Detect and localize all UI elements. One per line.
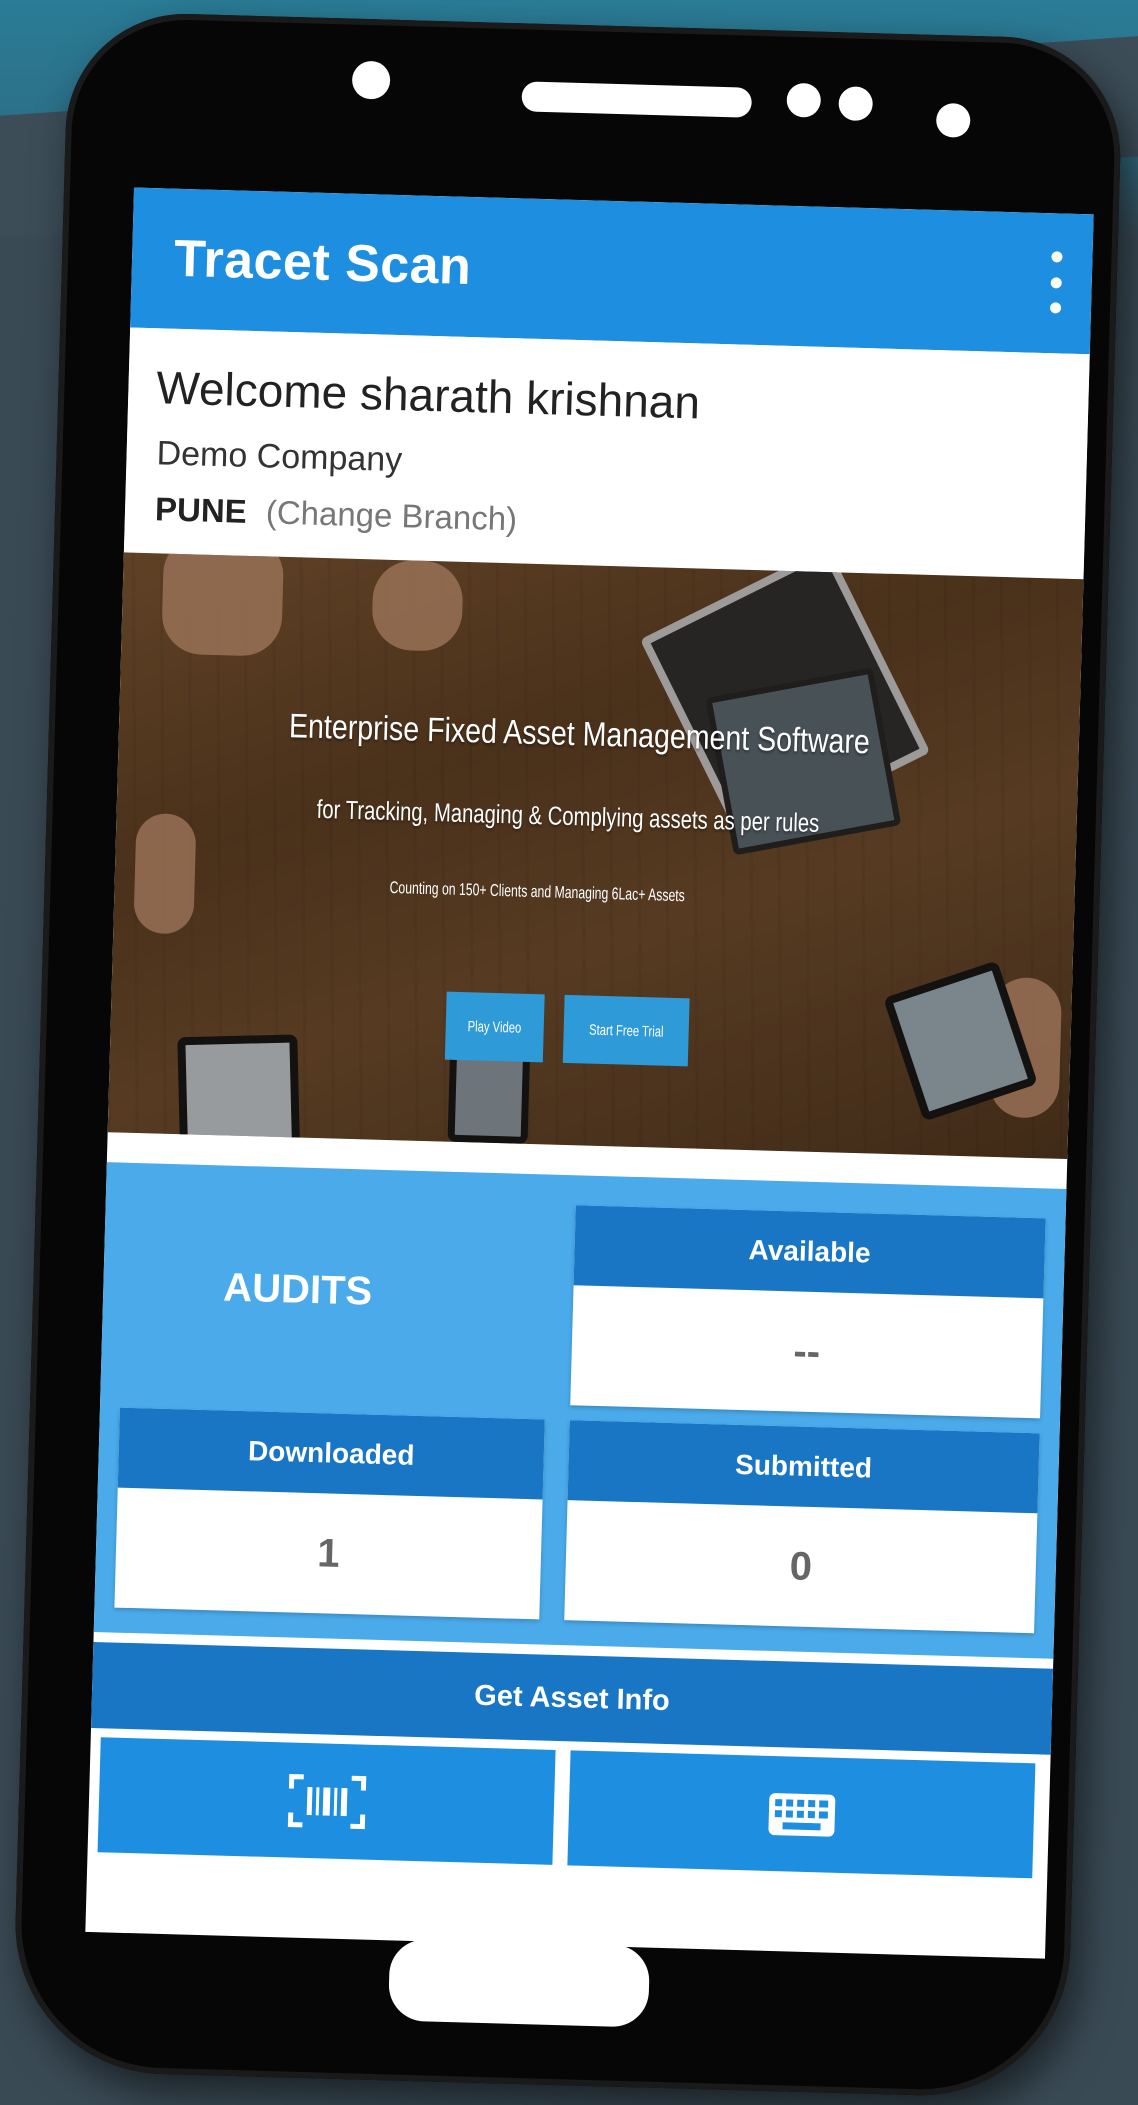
overflow-menu-icon[interactable] — [1043, 251, 1069, 314]
free-trial-button[interactable]: Start Free Trial — [562, 994, 690, 1067]
company-name: Demo Company — [156, 434, 403, 480]
sensor-dot — [786, 82, 822, 118]
front-camera — [351, 60, 391, 100]
app-bar: Tracet Scan — [130, 187, 1094, 355]
submitted-count: 0 — [789, 1543, 813, 1589]
welcome-greeting: Welcome sharath krishnan — [155, 361, 701, 429]
app-title: Tracet Scan — [173, 229, 473, 296]
promo-banner: Enterprise Fixed Asset Management Softwa… — [107, 552, 1084, 1159]
downloaded-audits-card[interactable]: Downloaded 1 — [114, 1407, 545, 1620]
available-label: Available — [573, 1205, 1046, 1299]
audits-panel: AUDITS Available -- Downloaded 1 Submitt… — [93, 1162, 1067, 1659]
available-audits-card[interactable]: Available -- — [570, 1205, 1046, 1419]
home-button[interactable] — [387, 1938, 651, 2028]
branch-name: PUNE — [154, 490, 248, 530]
downloaded-count: 1 — [316, 1530, 341, 1576]
banner-overlay — [107, 552, 1084, 1159]
get-asset-info-header: Get Asset Info — [91, 1641, 1054, 1755]
welcome-section: Welcome sharath krishnan Demo Company PU… — [123, 327, 1090, 580]
phone-screen: Tracet Scan Welcome sharath krishnan Dem… — [85, 187, 1094, 1959]
audits-label: AUDITS — [222, 1265, 373, 1314]
keyboard-icon — [767, 1792, 835, 1837]
free-trial-label: Start Free Trial — [588, 1021, 664, 1041]
phone-frame: Tracet Scan Welcome sharath krishnan Dem… — [11, 10, 1124, 2100]
scan-barcode-button[interactable] — [97, 1737, 556, 1865]
sensor-dot — [838, 86, 874, 122]
downloaded-label: Downloaded — [117, 1407, 545, 1500]
manual-entry-button[interactable] — [567, 1750, 1036, 1879]
available-count: -- — [792, 1328, 821, 1374]
barcode-scan-icon — [287, 1773, 366, 1829]
branch-row: PUNE (Change Branch) — [155, 490, 518, 538]
play-video-label: Play Video — [467, 1017, 522, 1037]
submitted-label: Submitted — [567, 1420, 1040, 1514]
sensor-dot — [935, 102, 971, 138]
change-branch-link[interactable]: (Change Branch) — [265, 493, 517, 537]
submitted-audits-card[interactable]: Submitted 0 — [564, 1420, 1040, 1634]
earpiece-speaker — [521, 81, 753, 118]
play-video-button[interactable]: Play Video — [444, 991, 545, 1063]
